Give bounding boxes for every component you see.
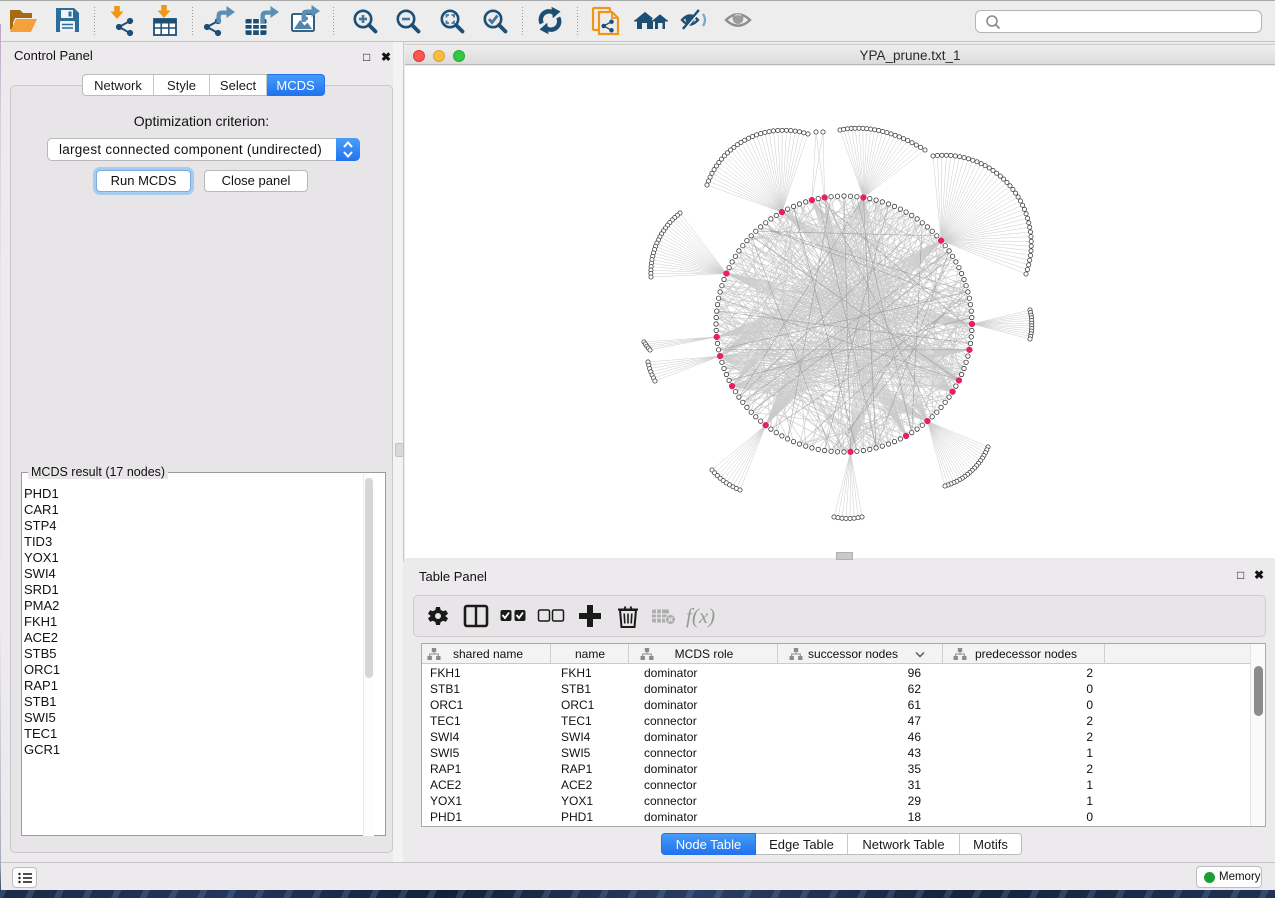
svg-text:f(x): f(x) <box>686 604 715 628</box>
